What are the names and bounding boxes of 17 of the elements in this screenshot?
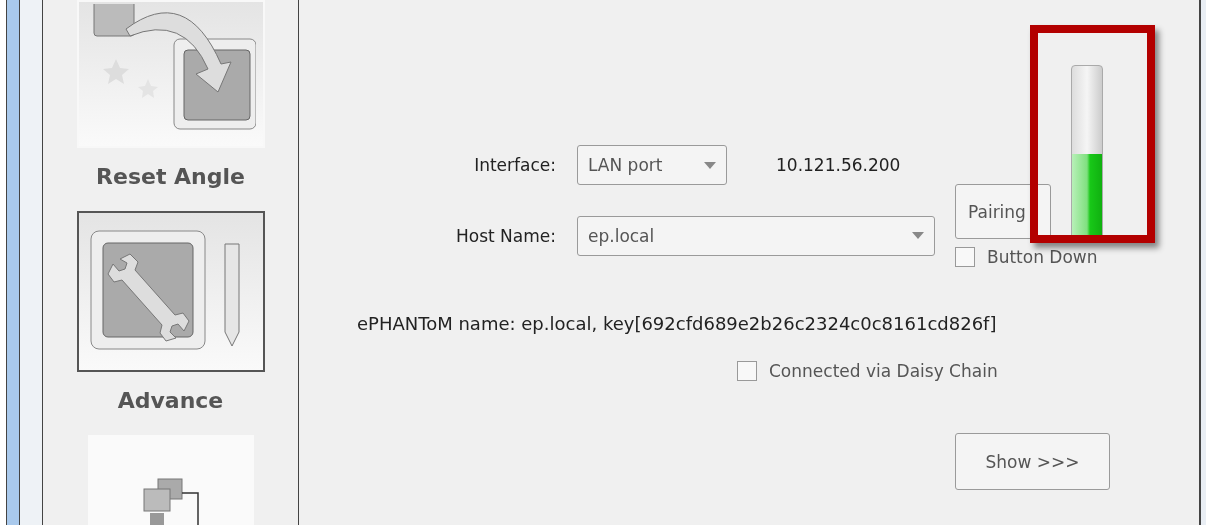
checkbox[interactable] [955,247,975,267]
sidebar-label: Advance [117,388,224,413]
pairing-button[interactable]: Pairing [955,184,1051,239]
host-name-label: Host Name: [455,225,556,246]
button-down-label: Button Down [987,247,1098,267]
checkbox[interactable] [737,361,757,381]
interface-label: Interface: [473,155,556,175]
caret-icon [912,232,924,239]
interface-dropdown[interactable]: LAN port [577,145,727,185]
host-name-dropdown[interactable]: ep.local [577,215,935,256]
sidebar-tile[interactable] [76,210,265,372]
show-button[interactable]: Show >>> [955,433,1110,490]
daisy-chain-label: Connected via Daisy Chain [769,361,998,381]
caret-icon [704,161,716,169]
sidebar-label: Reset Angle [96,163,245,189]
ip-address: 10.121.56.200 [776,155,901,175]
device-info: ePHANToM name: ep.local, key[692cfd689e2b26c2324c0c8161cd826f] [357,313,998,334]
